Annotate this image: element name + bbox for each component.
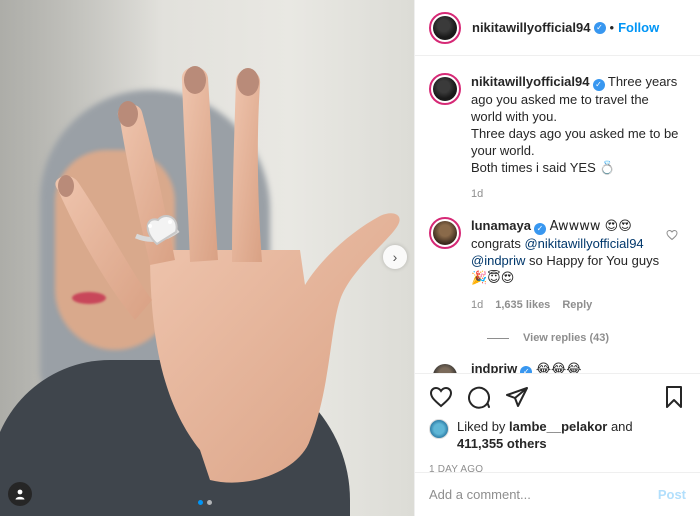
header-separator: • — [609, 20, 615, 35]
comment-text-end: so Happy for You guys — [525, 253, 660, 268]
add-comment-input[interactable] — [429, 487, 658, 502]
comment-likes-count[interactable]: 1,635 likes — [495, 297, 550, 314]
liked-by-and: and — [607, 419, 633, 434]
verified-badge-icon: ✓ — [592, 79, 605, 91]
photo-hand — [55, 66, 400, 483]
liked-by-prefix: Liked by — [457, 419, 510, 434]
author-username[interactable]: nikitawillyofficial94 — [472, 20, 591, 35]
likes-others-count[interactable]: 411,355 others — [457, 436, 547, 451]
post-header: nikitawillyofficial94 ✓ • Follow — [415, 0, 700, 56]
tagged-users-button[interactable] — [8, 482, 32, 506]
comments-list[interactable]: nikitawillyofficial94 ✓ Three years ago y… — [415, 57, 700, 373]
comment-age[interactable]: 1d — [471, 297, 483, 314]
commenter-avatar[interactable] — [429, 217, 461, 249]
caption-username[interactable]: nikitawillyofficial94 — [471, 74, 590, 89]
mention-link[interactable]: @indpriw — [471, 253, 525, 268]
save-bookmark-icon[interactable] — [662, 385, 686, 409]
comment-text-start: Awwww 😍😍 — [549, 219, 632, 234]
comment-item: lunamaya ✓ Awwww 😍😍 congrats @nikitawilly… — [429, 217, 686, 314]
verified-badge-icon: ✓ — [593, 21, 606, 34]
comment-text: 😂😂😂 — [535, 362, 582, 373]
user-tag-icon — [15, 489, 25, 500]
view-replies-line — [487, 337, 509, 339]
post-actions: Liked by lambe__pelakor and 411,355 othe… — [415, 373, 700, 475]
post-photo[interactable]: › — [0, 0, 414, 516]
instagram-post: › nikitawillyofficial94 ✓ • Follow nikit… — [0, 0, 700, 516]
share-paper-plane-icon[interactable] — [505, 385, 529, 409]
comment-like-heart-icon[interactable] — [666, 229, 678, 241]
follow-button[interactable]: Follow — [618, 20, 659, 35]
caption-body: Three years ago you asked me to travel t… — [471, 74, 679, 175]
liked-by-user[interactable]: lambe__pelakor — [509, 419, 607, 434]
liker-avatar[interactable] — [429, 419, 449, 439]
comment-username[interactable]: lunamaya — [471, 218, 531, 233]
caption-text: nikitawillyofficial94 ✓ Three years ago y… — [471, 73, 681, 176]
comment-text: lunamaya ✓ Awwww 😍😍 congrats @nikitawilly… — [471, 217, 681, 287]
carousel-next-button[interactable]: › — [383, 245, 407, 269]
carousel-dot-1 — [198, 500, 203, 505]
comment-emoji-line: 🎉😇😍 — [471, 271, 515, 286]
comment-text-congrats: congrats — [471, 236, 525, 251]
view-replies-button[interactable]: View replies (43) — [487, 332, 686, 344]
caption-age[interactable]: 1d — [471, 186, 483, 203]
mention-link[interactable]: @nikitawillyofficial94 — [524, 236, 643, 251]
comment-item: indpriw ✓ 😂😂😂 — [429, 360, 686, 373]
comment-username[interactable]: indpriw — [471, 361, 517, 373]
verified-badge-icon: ✓ — [533, 223, 546, 235]
caption-author-avatar[interactable] — [429, 73, 461, 105]
post-comment-button[interactable]: Post — [658, 487, 686, 502]
author-avatar[interactable] — [429, 11, 461, 44]
likes-summary: Liked by lambe__pelakor and 411,355 othe… — [429, 418, 686, 452]
comment-composer: Post — [415, 472, 700, 516]
post-details-panel: nikitawillyofficial94 ✓ • Follow nikitaw… — [414, 0, 700, 516]
commenter-avatar[interactable] — [429, 360, 461, 373]
carousel-dot-2 — [207, 500, 212, 505]
verified-badge-icon: ✓ — [520, 366, 533, 373]
carousel-indicator — [198, 500, 212, 505]
like-heart-icon[interactable] — [429, 385, 453, 409]
post-caption: nikitawillyofficial94 ✓ Three years ago y… — [429, 73, 686, 203]
view-replies-label: View replies (43) — [523, 332, 610, 344]
reply-button[interactable]: Reply — [562, 297, 592, 314]
comment-bubble-icon[interactable] — [467, 385, 491, 409]
